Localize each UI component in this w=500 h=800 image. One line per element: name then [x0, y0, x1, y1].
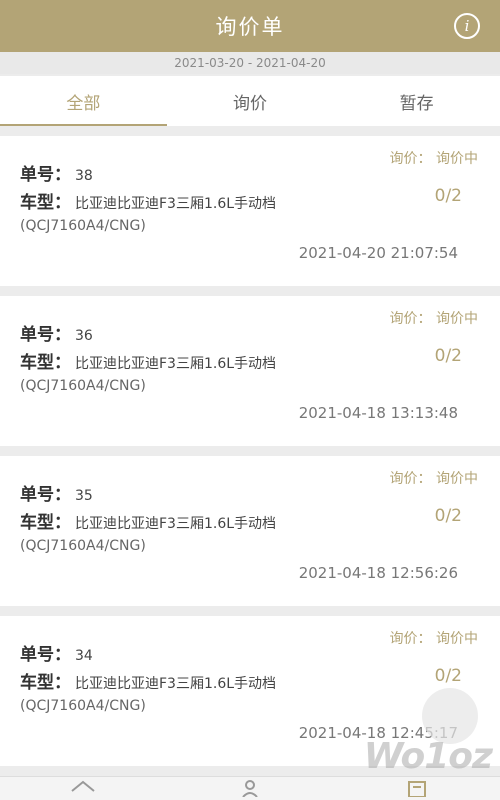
quote-count: 0/2 — [434, 346, 462, 366]
car-label: 车型： — [20, 513, 71, 533]
car-model-code: (QCJ7160A4/CNG) — [20, 378, 146, 394]
car-name: 比亚迪比亚迪F3三厢1.6L手动档 — [75, 676, 277, 692]
car-model-code: (QCJ7160A4/CNG) — [20, 218, 146, 234]
car-row: 车型： 比亚迪比亚迪F3三厢1.6L手动档 — [20, 508, 276, 533]
car-label: 车型： — [20, 193, 71, 213]
watermark-logo: Wo1oz — [363, 736, 493, 777]
timestamp: 2021-04-20 21:07:54 — [298, 244, 458, 262]
order-card[interactable]: 询价： 询价中 单号： 36 车型： 比亚迪比亚迪F3三厢1.6L手动档 0/2 (… — [0, 296, 500, 446]
tab-label: 暂存 — [399, 93, 434, 114]
nav-home[interactable] — [0, 777, 167, 800]
car-label: 车型： — [20, 673, 71, 693]
document-icon — [406, 779, 428, 797]
quote-count: 0/2 — [434, 186, 462, 206]
car-name: 比亚迪比亚迪F3三厢1.6L手动档 — [75, 356, 277, 372]
order-label: 单号： — [20, 165, 71, 185]
timestamp: 2021-04-18 13:13:48 — [298, 404, 458, 422]
status-badge: 询价： 询价中 — [389, 151, 478, 167]
timestamp: 2021-04-18 12:56:26 — [298, 564, 458, 582]
order-number: 38 — [75, 168, 93, 184]
nav-profile[interactable] — [167, 777, 334, 800]
nav-orders[interactable] — [333, 777, 500, 800]
date-range[interactable]: 2021-03-20 - 2021-04-20 — [0, 52, 500, 74]
status-badge: 询价： 询价中 — [389, 631, 478, 647]
order-label: 单号： — [20, 325, 71, 345]
car-label: 车型： — [20, 353, 71, 373]
tab-inquiry[interactable]: 询价 — [167, 76, 334, 126]
car-model-code: (QCJ7160A4/CNG) — [20, 538, 146, 554]
bottom-nav — [0, 776, 500, 800]
order-number-row: 单号： 34 — [20, 640, 93, 665]
order-card[interactable]: 询价： 询价中 单号： 38 车型： 比亚迪比亚迪F3三厢1.6L手动档 0/2 (… — [0, 136, 500, 286]
order-number: 36 — [75, 328, 93, 344]
order-number-row: 单号： 35 — [20, 480, 93, 505]
order-label: 单号： — [20, 485, 71, 505]
status-badge: 询价： 询价中 — [389, 471, 478, 487]
order-number: 35 — [75, 488, 93, 504]
header-bar: 询价单 i — [0, 0, 500, 52]
car-model-code: (QCJ7160A4/CNG) — [20, 698, 146, 714]
car-row: 车型： 比亚迪比亚迪F3三厢1.6L手动档 — [20, 348, 276, 373]
quote-count: 0/2 — [434, 666, 462, 686]
home-icon — [69, 779, 97, 797]
tab-bar: 全部 询价 暂存 — [0, 76, 500, 126]
order-list: 询价： 询价中 单号： 38 车型： 比亚迪比亚迪F3三厢1.6L手动档 0/2 (… — [0, 136, 500, 776]
date-range-text: 2021-03-20 - 2021-04-20 — [174, 56, 326, 70]
tab-all[interactable]: 全部 — [0, 76, 167, 126]
status-badge: 询价： 询价中 — [389, 311, 478, 327]
order-label: 单号： — [20, 645, 71, 665]
car-row: 车型： 比亚迪比亚迪F3三厢1.6L手动档 — [20, 668, 276, 693]
order-card[interactable]: 询价： 询价中 单号： 35 车型： 比亚迪比亚迪F3三厢1.6L手动档 0/2 (… — [0, 456, 500, 606]
order-number-row: 单号： 36 — [20, 320, 93, 345]
tab-draft[interactable]: 暂存 — [333, 76, 500, 126]
order-number-row: 单号： 38 — [20, 160, 93, 185]
quote-count: 0/2 — [434, 506, 462, 526]
tab-label: 询价 — [233, 93, 267, 114]
user-icon — [240, 779, 260, 797]
car-row: 车型： 比亚迪比亚迪F3三厢1.6L手动档 — [20, 188, 276, 213]
info-icon[interactable]: i — [454, 13, 480, 39]
tab-label: 全部 — [66, 93, 101, 114]
page-title: 询价单 — [215, 15, 285, 39]
car-name: 比亚迪比亚迪F3三厢1.6L手动档 — [75, 516, 277, 532]
order-number: 34 — [75, 648, 93, 664]
car-name: 比亚迪比亚迪F3三厢1.6L手动档 — [75, 196, 277, 212]
